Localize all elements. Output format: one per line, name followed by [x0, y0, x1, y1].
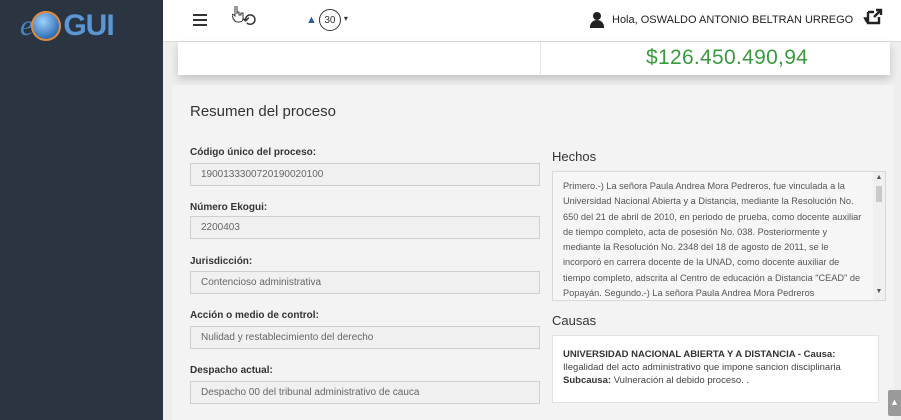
chevron-down-icon: ▾: [343, 13, 348, 23]
ekogui-number-label: Número Ekogui:: [190, 202, 268, 213]
sidebar: e GUI: [0, 0, 163, 420]
causes-title: Causas: [552, 313, 597, 328]
section-title: Resumen del proceso: [190, 103, 336, 120]
facts-scrollbar[interactable]: ▲ ▼: [873, 172, 885, 300]
facts-title: Hechos: [552, 149, 597, 164]
subcause-label: Subcausa:: [563, 375, 612, 386]
causes-box: UNIVERSIDAD NACIONAL ABIERTA Y A DISTANC…: [552, 335, 879, 403]
cause-text: Ilegalidad del acto administrativo que i…: [563, 362, 841, 373]
bell-icon: ▲: [306, 14, 317, 26]
scroll-to-top-button[interactable]: ▲: [888, 390, 901, 416]
subcause-text: Vulneración al debido proceso. .: [613, 375, 750, 386]
subcause-line: Subcausa: Vulneración al debido proceso.…: [563, 374, 868, 387]
control-action-label: Acción o medio de control:: [190, 310, 319, 321]
user-greeting: Hola, OSWALDO ANTONIO BELTRAN URREGO: [612, 14, 854, 26]
process-summary-panel: Resumen del proceso Código único del pro…: [172, 85, 894, 420]
process-code-label: Código único del proceso:: [190, 147, 317, 158]
process-code-field[interactable]: 19001333007201900201​00: [190, 163, 540, 186]
notifications-button[interactable]: ▲ 30 ▾: [306, 9, 348, 31]
current-office-label: Despacho actual:: [190, 365, 273, 376]
control-action-field[interactable]: Nulidad y restablecimiento del derecho: [190, 326, 540, 349]
egui-logo[interactable]: e GUI: [20, 8, 146, 44]
process-amount: $126.450.490,94: [646, 46, 809, 69]
facts-textarea[interactable]: Primero.-) La señora Paula Andrea Mora P…: [552, 171, 886, 301]
current-office-field[interactable]: Despacho 00 del tribunal administrativo …: [190, 381, 540, 404]
card-divider: [540, 42, 541, 75]
user-icon: [590, 12, 604, 28]
notifications-count-badge: 30: [318, 9, 341, 31]
menu-toggle-icon[interactable]: [193, 14, 207, 26]
summary-card: $126.450.490,94: [178, 42, 890, 75]
hand-cursor-icon: [232, 6, 244, 23]
scroll-up-icon[interactable]: ▲: [873, 174, 885, 184]
globe-icon: [31, 11, 62, 41]
logo-suffix: GUI: [63, 9, 114, 42]
top-navbar: ⟲ ▲ 30 ▾ Hola, OSWALDO ANTONIO BELTRAN U…: [163, 0, 901, 42]
ekogui-number-field[interactable]: 2200403: [190, 216, 540, 239]
scroll-thumb[interactable]: [876, 186, 882, 202]
user-menu[interactable]: Hola, OSWALDO ANTONIO BELTRAN URREGO ▼: [590, 12, 871, 28]
scroll-down-icon[interactable]: ▼: [873, 288, 885, 298]
external-link-icon[interactable]: [865, 8, 883, 26]
jurisdiction-field[interactable]: Contencioso administrativa: [190, 271, 540, 294]
facts-text: Primero.-) La señora Paula Andrea Mora P…: [563, 181, 862, 299]
cause-entity: UNIVERSIDAD NACIONAL ABIERTA Y A DISTANC…: [563, 349, 836, 360]
jurisdiction-label: Jurisdicción:: [190, 256, 253, 267]
